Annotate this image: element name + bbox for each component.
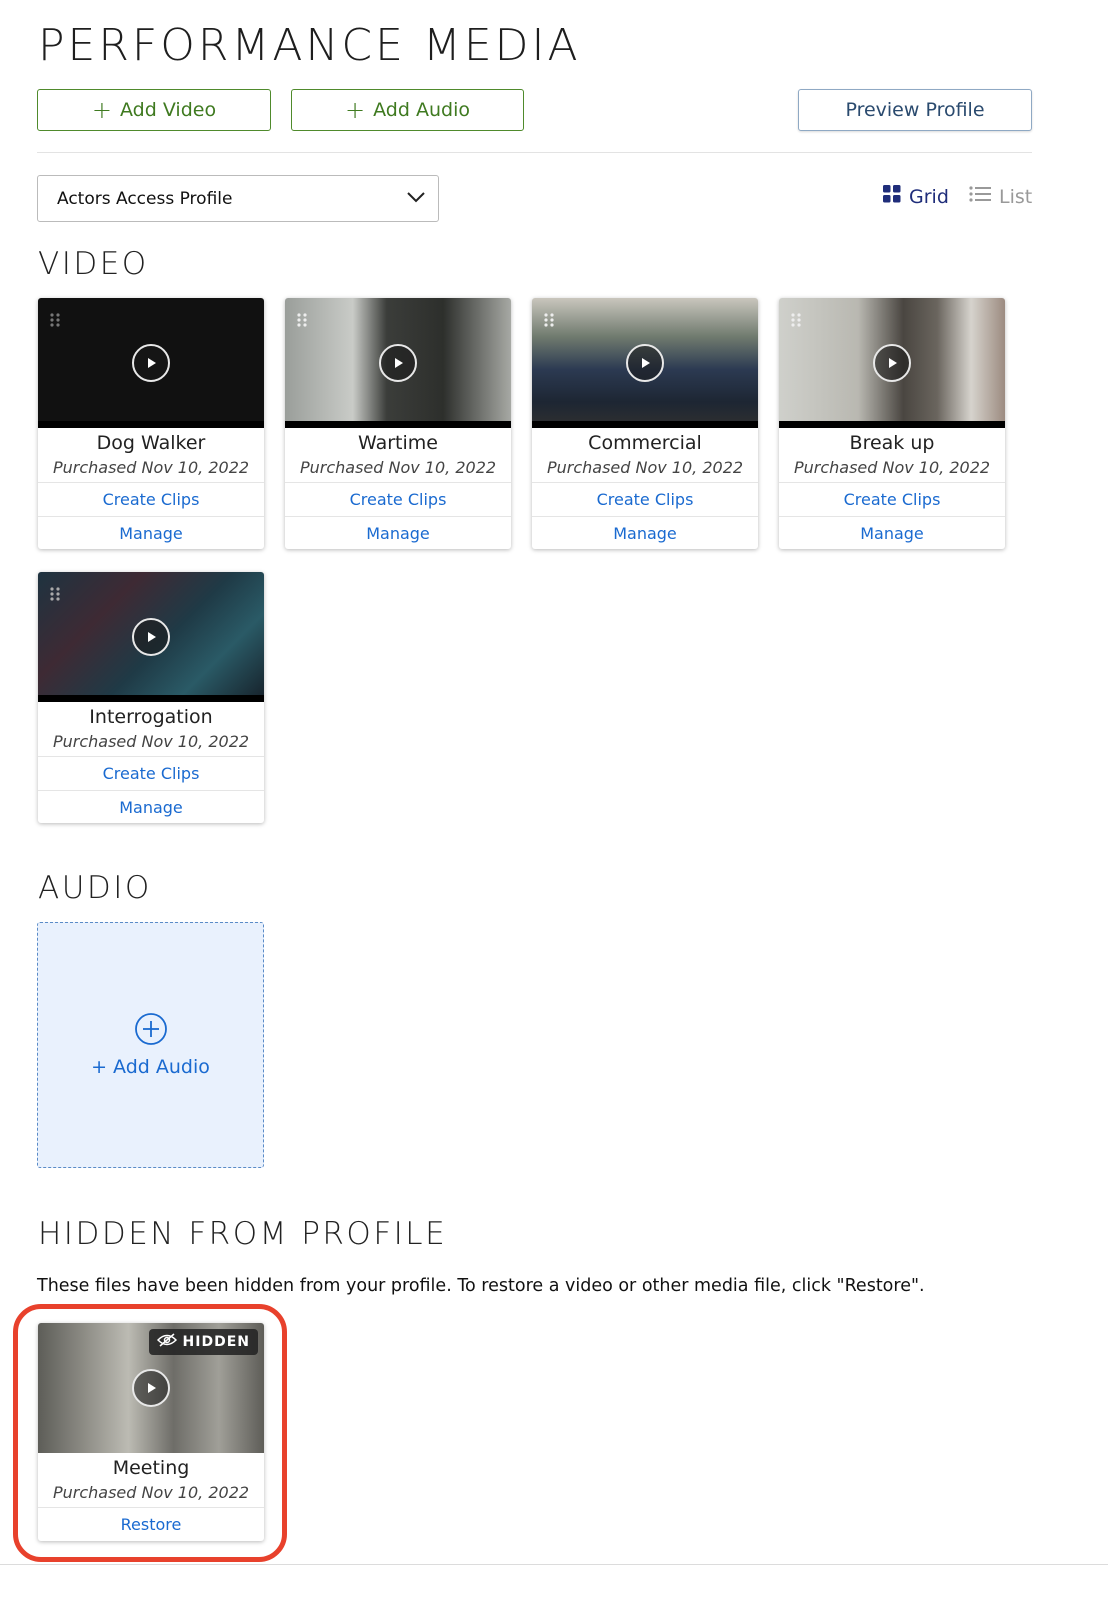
hidden-media-title: Meeting bbox=[112, 1457, 190, 1479]
video-thumbnail[interactable] bbox=[38, 298, 264, 428]
page-bottom-divider bbox=[0, 1564, 1108, 1565]
grid-icon bbox=[883, 185, 901, 208]
page-title: PERFORMANCE MEDIA bbox=[38, 20, 581, 71]
create-clips-link[interactable]: Create Clips bbox=[285, 482, 511, 516]
add-video-button[interactable]: + Add Video bbox=[37, 89, 271, 131]
manage-link[interactable]: Manage bbox=[38, 516, 264, 549]
add-audio-button[interactable]: + Add Audio bbox=[291, 89, 524, 131]
hidden-badge: HIDDEN bbox=[148, 1329, 258, 1355]
create-clips-link[interactable]: Create Clips bbox=[532, 482, 758, 516]
add-audio-label: Add Audio bbox=[373, 99, 470, 121]
restore-link[interactable]: Restore bbox=[38, 1507, 264, 1541]
create-clips-link[interactable]: Create Clips bbox=[38, 482, 264, 516]
drag-handle-icon[interactable] bbox=[791, 312, 801, 331]
plus-icon: + bbox=[345, 96, 366, 124]
create-clips-link[interactable]: Create Clips bbox=[38, 756, 264, 790]
add-video-label: Add Video bbox=[120, 99, 217, 121]
plus-circle-icon bbox=[134, 1012, 168, 1050]
video-thumbnail[interactable] bbox=[532, 298, 758, 428]
video-card: Dog Walker Purchased Nov 10, 2022 Create… bbox=[38, 298, 264, 549]
preview-profile-button[interactable]: Preview Profile bbox=[798, 89, 1032, 131]
manage-link[interactable]: Manage bbox=[38, 790, 264, 823]
grid-view-toggle[interactable]: Grid bbox=[883, 185, 949, 208]
video-date: Purchased Nov 10, 2022 bbox=[299, 458, 497, 477]
play-icon[interactable] bbox=[626, 344, 664, 382]
hidden-media-date: Purchased Nov 10, 2022 bbox=[52, 1483, 250, 1502]
list-label: List bbox=[999, 185, 1033, 208]
video-card: Commercial Purchased Nov 10, 2022 Create… bbox=[532, 298, 758, 549]
drag-handle-icon[interactable] bbox=[50, 312, 60, 331]
video-section-title: VIDEO bbox=[38, 246, 149, 282]
drag-handle-icon[interactable] bbox=[297, 312, 307, 331]
video-title: Break up bbox=[849, 432, 935, 454]
add-audio-tile-label: + Add Audio bbox=[91, 1056, 210, 1078]
add-audio-tile[interactable]: + Add Audio bbox=[37, 922, 264, 1168]
play-icon[interactable] bbox=[132, 618, 170, 656]
thumbnail-bar bbox=[779, 421, 1005, 428]
drag-handle-icon[interactable] bbox=[544, 312, 554, 331]
hidden-description: These files have been hidden from your p… bbox=[37, 1276, 925, 1296]
video-thumbnail[interactable] bbox=[38, 572, 264, 702]
video-card: Break up Purchased Nov 10, 2022 Create C… bbox=[779, 298, 1005, 549]
audio-section-title: AUDIO bbox=[38, 870, 152, 906]
manage-link[interactable]: Manage bbox=[285, 516, 511, 549]
chevron-down-icon bbox=[406, 189, 426, 209]
play-icon[interactable] bbox=[379, 344, 417, 382]
video-thumbnail[interactable] bbox=[285, 298, 511, 428]
hidden-section-title: HIDDEN FROM PROFILE bbox=[38, 1216, 448, 1252]
hidden-badge-label: HIDDEN bbox=[182, 1334, 250, 1350]
video-title: Wartime bbox=[358, 432, 438, 454]
thumbnail-bar bbox=[38, 421, 264, 428]
profile-select-value: Actors Access Profile bbox=[57, 188, 233, 209]
manage-link[interactable]: Manage bbox=[532, 516, 758, 549]
drag-handle-icon[interactable] bbox=[50, 586, 60, 605]
video-title: Interrogation bbox=[89, 706, 213, 728]
video-date: Purchased Nov 10, 2022 bbox=[52, 458, 250, 477]
video-card: Interrogation Purchased Nov 10, 2022 Cre… bbox=[38, 572, 264, 823]
play-icon[interactable] bbox=[132, 344, 170, 382]
video-title: Dog Walker bbox=[96, 432, 206, 454]
video-date: Purchased Nov 10, 2022 bbox=[546, 458, 744, 477]
create-clips-link[interactable]: Create Clips bbox=[779, 482, 1005, 516]
preview-profile-label: Preview Profile bbox=[845, 99, 985, 121]
hidden-media-card: HIDDEN Meeting Purchased Nov 10, 2022 Re… bbox=[38, 1323, 264, 1541]
header-divider bbox=[37, 152, 1032, 153]
profile-select[interactable]: Actors Access Profile bbox=[37, 175, 439, 222]
play-icon[interactable] bbox=[873, 344, 911, 382]
video-date: Purchased Nov 10, 2022 bbox=[52, 732, 250, 751]
play-icon[interactable] bbox=[132, 1369, 170, 1407]
manage-link[interactable]: Manage bbox=[779, 516, 1005, 549]
grid-label: Grid bbox=[909, 185, 949, 208]
list-icon bbox=[969, 185, 991, 208]
thumbnail-bar bbox=[38, 695, 264, 702]
thumbnail-bar bbox=[285, 421, 511, 428]
video-title: Commercial bbox=[588, 432, 702, 454]
eye-slash-icon bbox=[156, 1333, 177, 1351]
video-date: Purchased Nov 10, 2022 bbox=[793, 458, 991, 477]
video-card: Wartime Purchased Nov 10, 2022 Create Cl… bbox=[285, 298, 511, 549]
plus-icon: + bbox=[91, 96, 113, 124]
list-view-toggle[interactable]: List bbox=[969, 185, 1032, 208]
video-thumbnail[interactable]: HIDDEN bbox=[38, 1323, 264, 1453]
thumbnail-bar bbox=[532, 421, 758, 428]
video-thumbnail[interactable] bbox=[779, 298, 1005, 428]
